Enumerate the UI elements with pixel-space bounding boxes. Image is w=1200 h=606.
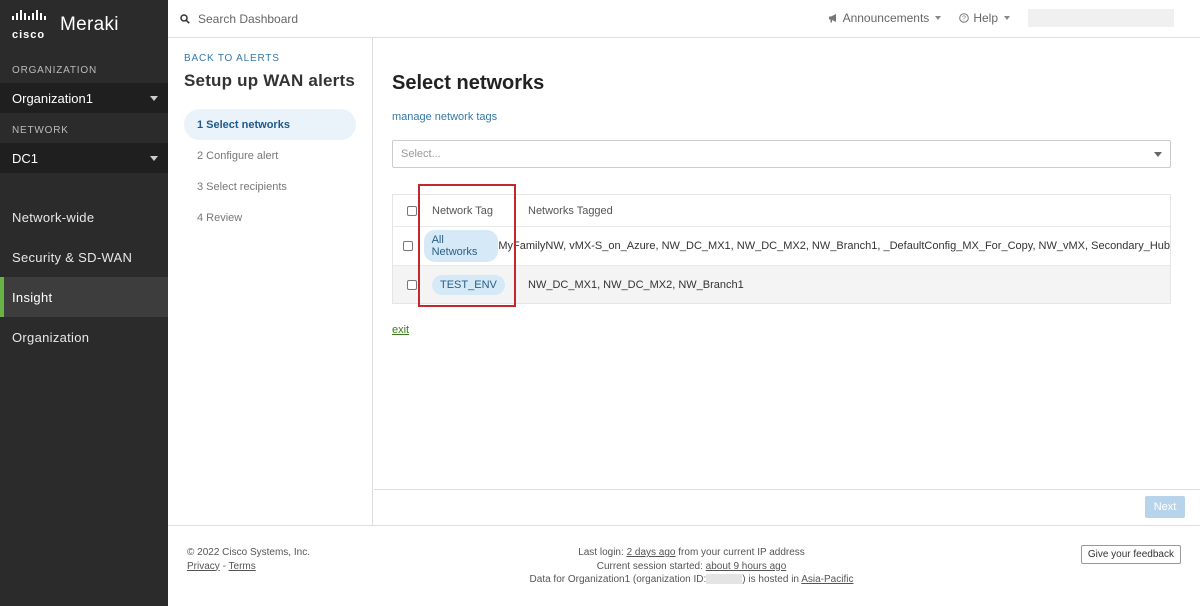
- session-started-link[interactable]: about 9 hours ago: [706, 561, 787, 572]
- last-login-prefix: Last login:: [578, 547, 627, 558]
- meraki-wordmark: Meraki: [60, 14, 119, 35]
- chevron-down-icon: [935, 16, 942, 20]
- step-select-networks[interactable]: 1 Select networks: [184, 109, 356, 140]
- chevron-down-icon: [150, 155, 158, 161]
- organization-selector[interactable]: Organization1: [0, 83, 168, 113]
- next-button[interactable]: Next: [1145, 496, 1185, 518]
- session-prefix: Current session started:: [596, 560, 706, 572]
- main-content: Select networks manage network tags Sele…: [374, 38, 1200, 489]
- page-title: Select networks: [392, 72, 545, 94]
- column-header-networks-tagged: Networks Tagged: [528, 204, 613, 217]
- sidebar: cisco Meraki ORGANIZATION Organization1 …: [0, 0, 168, 606]
- data-hosted-mid: ) is hosted in: [742, 574, 802, 585]
- table-header: Network Tag Networks Tagged: [393, 195, 1170, 226]
- footer: © 2022 Cisco Systems, Inc. Privacy - Ter…: [168, 525, 1200, 606]
- wizard-action-bar: Next: [374, 489, 1200, 525]
- megaphone-icon: [828, 14, 836, 23]
- announcements-menu[interactable]: Announcements: [828, 11, 942, 25]
- wizard-title: Setup up WAN alerts: [184, 71, 355, 90]
- help-icon: ?: [959, 13, 970, 23]
- help-menu[interactable]: ? Help: [959, 11, 1010, 25]
- column-header-network-tag: Network Tag: [432, 204, 493, 217]
- network-selector[interactable]: DC1: [0, 143, 168, 173]
- cisco-meraki-logo[interactable]: cisco Meraki: [0, 0, 168, 50]
- network-label: NETWORK: [12, 125, 69, 136]
- network-tag-table: Network Tag Networks Tagged All Networks…: [392, 194, 1171, 304]
- cisco-bars-icon: [12, 9, 46, 20]
- back-to-alerts-link[interactable]: BACK TO ALERTS: [184, 53, 356, 64]
- copyright-text: © 2022 Cisco Systems, Inc.: [187, 547, 310, 558]
- table-row[interactable]: TEST_ENV NW_DC_MX1, NW_DC_MX2, NW_Branch…: [393, 265, 1170, 303]
- row-checkbox[interactable]: [407, 279, 417, 290]
- chevron-down-icon: [1004, 16, 1010, 20]
- exit-link[interactable]: exit: [392, 324, 409, 336]
- select-all-checkbox[interactable]: [407, 205, 417, 216]
- data-hosted-prefix: Data for Organization1 (organization ID:: [529, 574, 707, 585]
- region-link[interactable]: Asia-Pacific: [801, 574, 853, 585]
- top-bar: Search Dashboard Announcements ? Help: [168, 0, 1200, 38]
- step-select-recipients[interactable]: 3 Select recipients: [184, 171, 356, 202]
- last-login-suffix: from your current IP address: [675, 547, 805, 558]
- step-configure-alert[interactable]: 2 Configure alert: [184, 140, 356, 171]
- svg-text:?: ?: [962, 16, 966, 23]
- nav-organization[interactable]: Organization: [0, 317, 168, 357]
- help-label: Help: [973, 11, 998, 25]
- manage-network-tags-link[interactable]: manage network tags: [392, 111, 497, 123]
- wizard-steps-panel: BACK TO ALERTS Setup up WAN alerts 1 Sel…: [168, 38, 373, 525]
- network-tag-select[interactable]: Select...: [392, 140, 1171, 168]
- last-login-link[interactable]: 2 days ago: [627, 547, 676, 558]
- privacy-link[interactable]: Privacy: [187, 561, 220, 572]
- step-list: 1 Select networks 2 Configure alert 3 Se…: [184, 109, 356, 233]
- chevron-down-icon: [150, 95, 158, 101]
- terms-link[interactable]: Terms: [229, 561, 256, 572]
- search-icon: [180, 13, 190, 24]
- row-checkbox[interactable]: [402, 241, 413, 251]
- networks-tagged-cell: MyFamilyNW, vMX-S_on_Azure, NW_DC_MX1, N…: [498, 240, 1170, 252]
- cisco-wordmark: cisco: [12, 28, 46, 41]
- networks-tagged-cell: NW_DC_MX1, NW_DC_MX2, NW_Branch1: [528, 278, 744, 291]
- announcements-label: Announcements: [842, 11, 930, 25]
- user-account-menu[interactable]: [1028, 9, 1174, 27]
- organization-label: ORGANIZATION: [12, 65, 97, 76]
- organization-value: Organization1: [12, 90, 93, 106]
- tag-pill-test-env[interactable]: TEST_ENV: [432, 274, 505, 295]
- step-review[interactable]: 4 Review: [184, 202, 356, 233]
- nav-security-sd-wan[interactable]: Security & SD-WAN: [0, 237, 168, 277]
- select-placeholder: Select...: [401, 148, 441, 160]
- network-value: DC1: [12, 150, 39, 166]
- footer-separator: -: [219, 560, 229, 572]
- redacted-org-id: [706, 574, 743, 585]
- search-placeholder: Search Dashboard: [198, 11, 299, 26]
- search-input[interactable]: Search Dashboard: [168, 12, 568, 26]
- table-row[interactable]: All Networks MyFamilyNW, vMX-S_on_Azure,…: [393, 226, 1170, 265]
- nav-insight[interactable]: Insight: [0, 277, 168, 317]
- chevron-down-icon: [1154, 151, 1162, 157]
- nav-network-wide[interactable]: Network-wide: [0, 197, 168, 237]
- give-feedback-button[interactable]: Give your feedback: [1080, 545, 1181, 564]
- tag-pill-all-networks[interactable]: All Networks: [423, 230, 499, 262]
